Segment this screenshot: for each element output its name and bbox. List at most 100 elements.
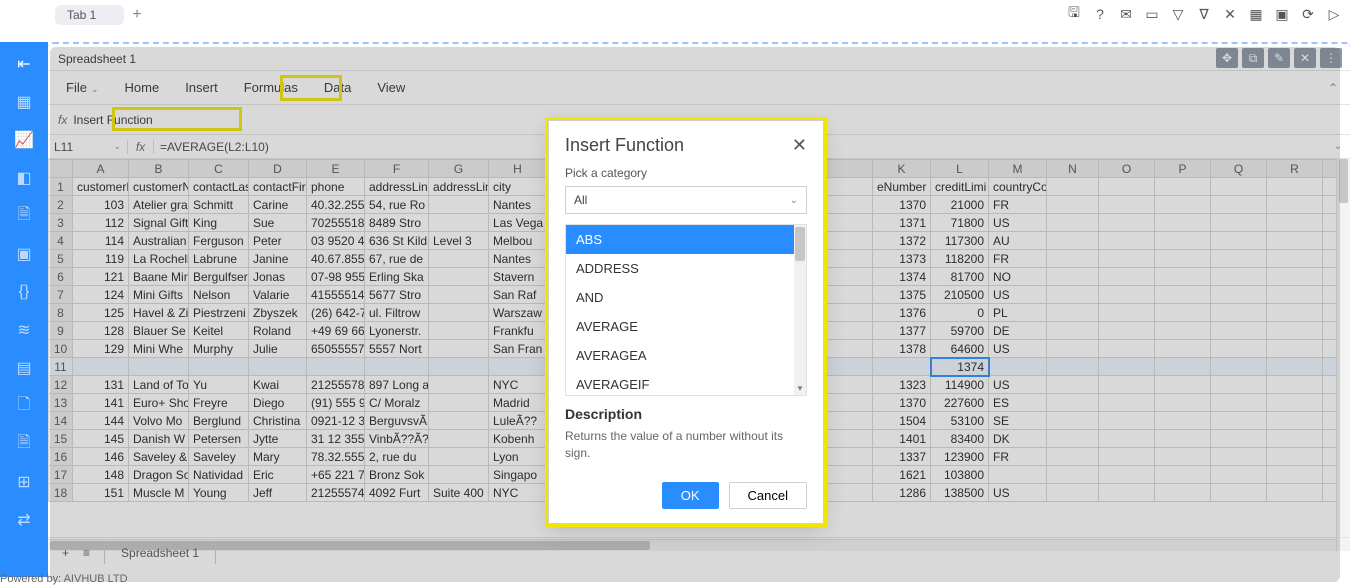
cell[interactable]: 1370: [873, 394, 931, 412]
cell[interactable]: Saveley &: [129, 448, 189, 466]
cell[interactable]: [1047, 304, 1099, 322]
cell[interactable]: [429, 214, 489, 232]
cell[interactable]: 141: [73, 394, 129, 412]
grid-icon[interactable]: ▦: [1248, 6, 1264, 22]
cell[interactable]: SE: [989, 412, 1047, 430]
cell[interactable]: Nelson: [189, 286, 249, 304]
cell[interactable]: Yu: [189, 376, 249, 394]
cell[interactable]: Bronz Sok: [365, 466, 429, 484]
cell[interactable]: 1370: [873, 196, 931, 214]
cell[interactable]: [1267, 448, 1323, 466]
menu-view[interactable]: View: [377, 80, 405, 95]
cell[interactable]: 70255518: [307, 214, 365, 232]
column-header[interactable]: E: [307, 160, 365, 178]
cell[interactable]: Madrid: [489, 394, 547, 412]
cell[interactable]: Frankfu: [489, 322, 547, 340]
cell[interactable]: [1047, 196, 1099, 214]
cell[interactable]: Muscle M: [129, 484, 189, 502]
cell[interactable]: [1267, 196, 1323, 214]
cell[interactable]: [1155, 196, 1211, 214]
cell[interactable]: [1047, 214, 1099, 232]
cell[interactable]: Julie: [249, 340, 307, 358]
cell[interactable]: [1099, 178, 1155, 196]
collapse-ribbon-icon[interactable]: ⌃: [1328, 81, 1338, 95]
cell[interactable]: Lyon: [489, 448, 547, 466]
cell[interactable]: 125: [73, 304, 129, 322]
cell[interactable]: US: [989, 214, 1047, 232]
rail-doc-icon[interactable]: 🗋: [14, 396, 34, 416]
cell[interactable]: San Raf: [489, 286, 547, 304]
row-header[interactable]: 10: [49, 340, 73, 358]
cell[interactable]: 83400: [931, 430, 989, 448]
cell[interactable]: 71800: [931, 214, 989, 232]
cell[interactable]: 2, rue du: [365, 448, 429, 466]
menu-insert[interactable]: Insert: [185, 80, 218, 95]
cell[interactable]: Nantes: [489, 250, 547, 268]
cell[interactable]: [1211, 430, 1267, 448]
edit-icon[interactable]: ✎: [1268, 48, 1290, 68]
cell[interactable]: [1211, 466, 1267, 484]
cell[interactable]: 0: [931, 304, 989, 322]
cell[interactable]: [1099, 412, 1155, 430]
cell[interactable]: NO: [989, 268, 1047, 286]
cell[interactable]: 131: [73, 376, 129, 394]
cell[interactable]: 21255578: [307, 376, 365, 394]
cell[interactable]: 1504: [873, 412, 931, 430]
sheet-list-button[interactable]: ≡: [83, 546, 90, 560]
cell[interactable]: customerN: [73, 178, 129, 196]
cell[interactable]: 112: [73, 214, 129, 232]
function-list[interactable]: ABSADDRESSANDAVERAGEAVERAGEAAVERAGEIF: [566, 225, 806, 396]
row-header[interactable]: 15: [49, 430, 73, 448]
mail-icon[interactable]: ✉: [1118, 6, 1134, 22]
cell[interactable]: US: [989, 286, 1047, 304]
cell[interactable]: Melbou: [489, 232, 547, 250]
cell[interactable]: Zbyszek: [249, 304, 307, 322]
cell[interactable]: [1267, 412, 1323, 430]
filter-icon[interactable]: ▽: [1170, 6, 1186, 22]
cell[interactable]: [429, 196, 489, 214]
cell[interactable]: 64600: [931, 340, 989, 358]
cell[interactable]: 53100: [931, 412, 989, 430]
cell[interactable]: [1211, 268, 1267, 286]
cell[interactable]: 1337: [873, 448, 931, 466]
cell[interactable]: [1155, 412, 1211, 430]
row-header[interactable]: 16: [49, 448, 73, 466]
category-select[interactable]: All ⌄: [565, 186, 807, 214]
column-header[interactable]: B: [129, 160, 189, 178]
cell[interactable]: customerN: [129, 178, 189, 196]
cell[interactable]: [1155, 178, 1211, 196]
rail-dashboard-icon[interactable]: ▦: [14, 92, 34, 112]
cell[interactable]: Baane Min: [129, 268, 189, 286]
row-header[interactable]: 11: [49, 358, 73, 376]
cell[interactable]: [1211, 250, 1267, 268]
cell[interactable]: 146: [73, 448, 129, 466]
cell[interactable]: 103800: [931, 466, 989, 484]
cell[interactable]: [1211, 232, 1267, 250]
cell[interactable]: Jeff: [249, 484, 307, 502]
row-header[interactable]: 17: [49, 466, 73, 484]
chat-icon[interactable]: ▭: [1144, 6, 1160, 22]
cell[interactable]: 03 9520 4: [307, 232, 365, 250]
cell[interactable]: [1267, 304, 1323, 322]
cell[interactable]: 41555514: [307, 286, 365, 304]
cell[interactable]: 138500: [931, 484, 989, 502]
cell[interactable]: 1376: [873, 304, 931, 322]
function-list-item[interactable]: AVERAGEIF: [566, 370, 806, 396]
cell[interactable]: 07-98 955: [307, 268, 365, 286]
cell[interactable]: [429, 250, 489, 268]
cell[interactable]: Las Vega: [489, 214, 547, 232]
column-header[interactable]: L: [931, 160, 989, 178]
cell[interactable]: 5677 Stro: [365, 286, 429, 304]
cell[interactable]: Ferguson: [189, 232, 249, 250]
copy-icon[interactable]: ⧉: [1242, 48, 1264, 68]
column-header[interactable]: F: [365, 160, 429, 178]
cell[interactable]: addressLin: [365, 178, 429, 196]
cell[interactable]: [1047, 322, 1099, 340]
column-header[interactable]: C: [189, 160, 249, 178]
cell[interactable]: [429, 268, 489, 286]
cell[interactable]: [1099, 376, 1155, 394]
cell[interactable]: [1099, 430, 1155, 448]
cell[interactable]: [429, 322, 489, 340]
more-icon[interactable]: ⋮: [1320, 48, 1342, 68]
rail-widget-icon[interactable]: ◧: [14, 168, 34, 188]
